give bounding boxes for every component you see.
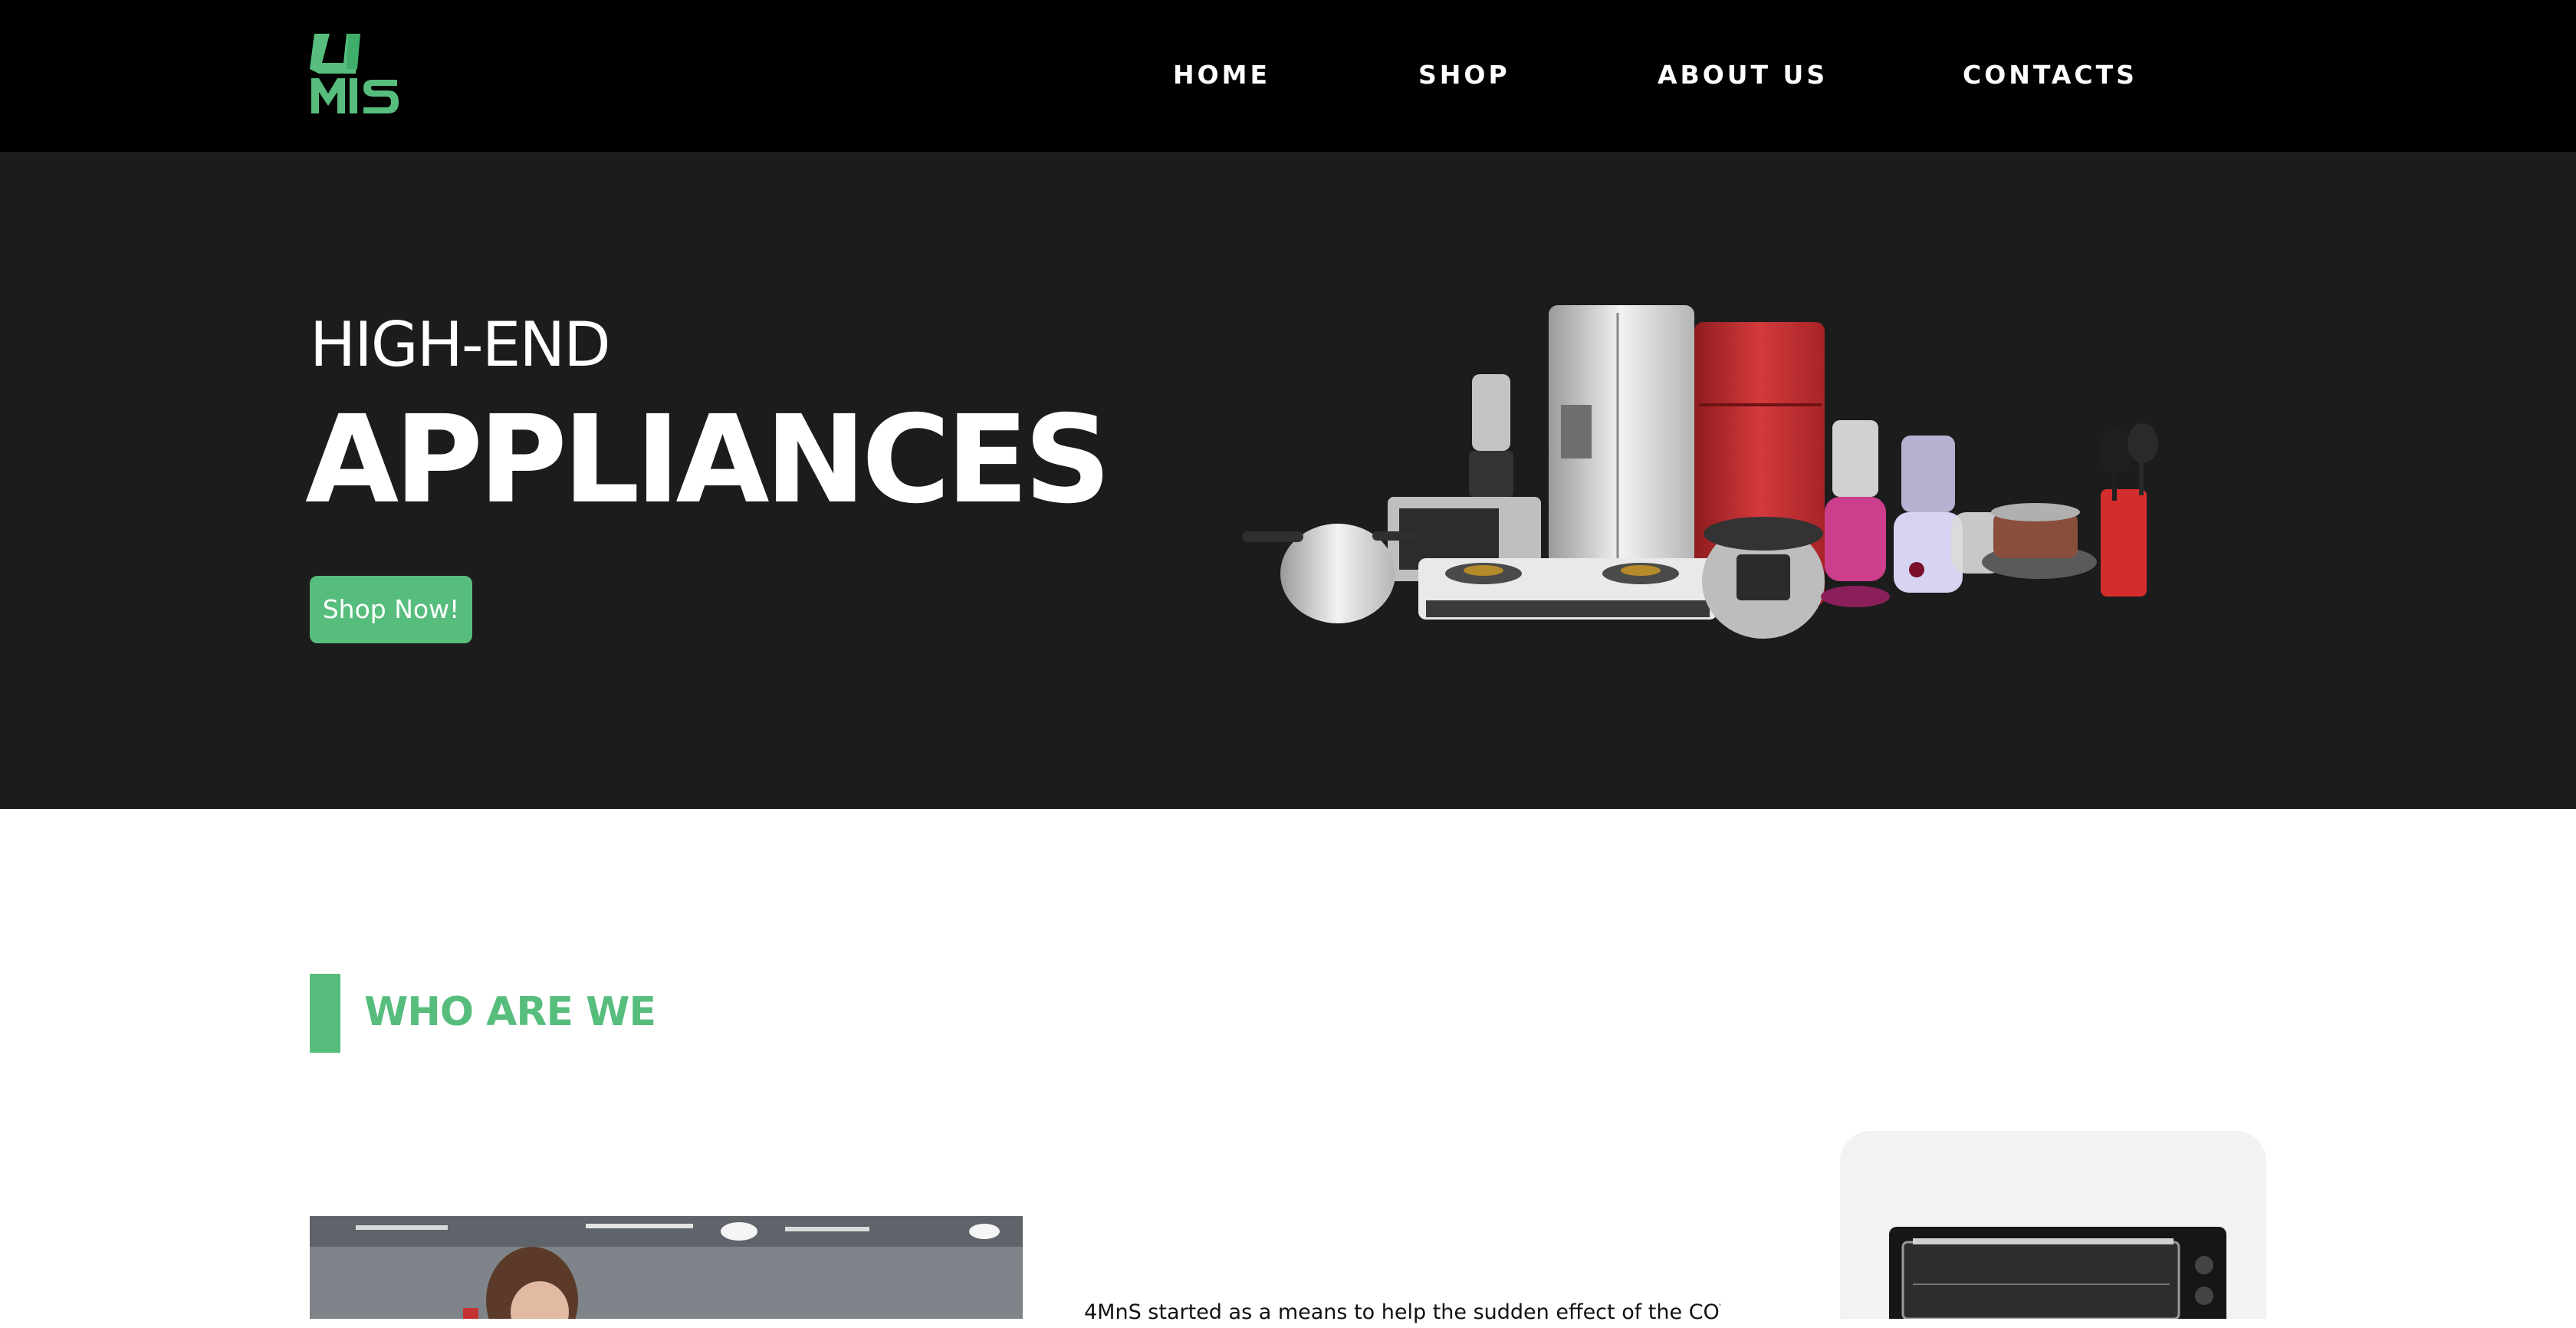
section-accent-bar [310,974,340,1053]
main-nav: HOME SHOP ABOUT US CONTACTS [0,0,2576,152]
product-card[interactable] [1840,1131,2266,1319]
nav-home-link[interactable]: HOME [1173,60,1270,90]
appliances-hero-image [1242,305,2158,639]
shop-now-button[interactable]: Shop Now! [310,576,472,643]
nav-contacts-link[interactable]: CONTACTS [1963,60,2137,90]
hero-title: APPLIANCES [305,390,1112,531]
top-navigation-bar: HOME SHOP ABOUT US CONTACTS [0,0,2576,152]
nav-about-us-link[interactable]: ABOUT US [1658,60,1828,90]
nav-shop-link[interactable]: SHOP [1418,60,1510,90]
hero-banner: HIGH-END APPLIANCES Shop Now! [0,152,2576,809]
section-heading: WHO ARE WE [364,989,656,1035]
about-body-text: 4MnS started as a means to help the sudd… [1084,1300,1720,1324]
hero-pretitle: HIGH-END [310,309,611,380]
about-store-photo [310,1216,1023,1319]
